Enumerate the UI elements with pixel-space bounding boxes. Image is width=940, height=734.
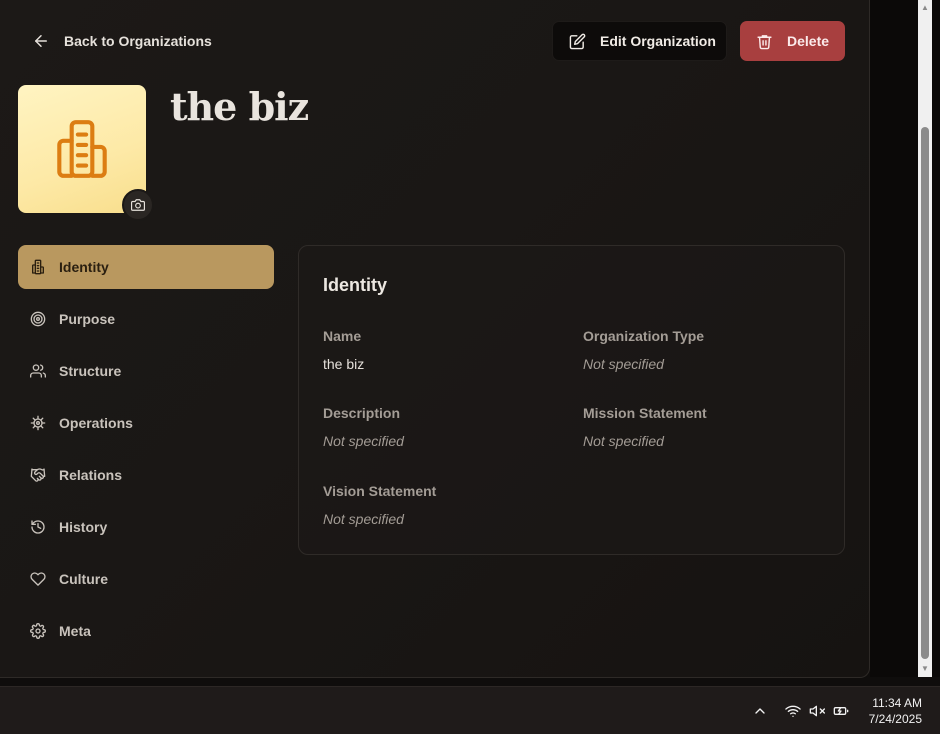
nav-label: Culture: [59, 571, 108, 587]
nav-item-structure[interactable]: Structure: [18, 349, 274, 393]
nav-label: Identity: [59, 259, 109, 275]
heart-icon: [30, 572, 46, 586]
field-label: Mission Statement: [583, 405, 707, 421]
nav-item-operations[interactable]: Operations: [18, 401, 274, 445]
trash-icon: [757, 34, 772, 49]
field-value: Not specified: [583, 356, 664, 372]
field-label: Vision Statement: [323, 483, 437, 499]
nav-item-identity[interactable]: Identity: [18, 245, 274, 289]
delete-button[interactable]: Delete: [740, 21, 845, 61]
nav-item-history[interactable]: History: [18, 505, 274, 549]
nav-label: Relations: [59, 467, 123, 483]
scroll-up-arrow[interactable]: ▲: [918, 2, 932, 14]
back-label: Back to Organizations: [64, 33, 212, 49]
organization-type-field: Organization Type Not specified: [583, 328, 823, 372]
field-value: the biz: [323, 356, 365, 372]
target-icon: [30, 311, 46, 327]
window-gap: [870, 0, 918, 677]
clock-time: 11:34 AM: [872, 696, 922, 710]
scroll-thumb[interactable]: [921, 127, 929, 659]
nav-item-culture[interactable]: Culture: [18, 557, 274, 601]
battery-charging-icon: [833, 706, 849, 715]
nav-label: Meta: [59, 623, 91, 639]
history-icon: [31, 520, 45, 534]
wifi-icon: [785, 705, 801, 717]
volume-muted-icon: [809, 705, 825, 716]
clock-date: 7/24/2025: [868, 712, 922, 726]
show-hidden-icons-button[interactable]: [752, 687, 768, 734]
identity-card: Identity Name the biz Organization Type …: [298, 245, 845, 555]
nav-label: Purpose: [59, 311, 116, 327]
card-title: Identity: [323, 275, 388, 295]
network-button[interactable]: [785, 687, 801, 734]
battery-button[interactable]: [833, 687, 849, 734]
edit-icon: [569, 33, 586, 49]
building-icon: [57, 120, 107, 178]
cog-icon: [30, 415, 46, 431]
field-value: Not specified: [323, 433, 404, 449]
gear-icon: [30, 623, 46, 639]
screen-edge: [932, 0, 940, 677]
arrow-left-icon: [35, 35, 47, 47]
nav-label: Structure: [59, 363, 122, 379]
name-field: Name the biz: [323, 328, 563, 372]
field-value: Not specified: [323, 511, 404, 527]
system-clock[interactable]: 11:34 AM 7/24/2025: [869, 695, 922, 727]
field-label: Organization Type: [583, 328, 705, 344]
change-logo-button[interactable]: [122, 189, 154, 221]
scroll-down-arrow[interactable]: ▼: [918, 663, 932, 675]
edit-label: Edit Organization: [600, 33, 716, 49]
volume-button[interactable]: [809, 687, 825, 734]
building-icon: [31, 259, 44, 275]
mission-statement-field: Mission Statement Not specified: [583, 405, 823, 449]
section-nav: Identity Purpose Structure Operations Re…: [18, 245, 274, 661]
vertical-scrollbar[interactable]: ▲ ▼: [918, 0, 932, 677]
camera-icon: [131, 199, 145, 211]
field-label: Description: [323, 405, 401, 421]
edit-organization-button[interactable]: Edit Organization: [552, 21, 727, 61]
nav-item-relations[interactable]: Relations: [18, 453, 274, 497]
delete-label: Delete: [787, 33, 830, 49]
field-value: Not specified: [583, 433, 664, 449]
handshake-icon: [30, 468, 46, 482]
users-icon: [30, 364, 46, 378]
organization-title: the biz: [170, 84, 309, 129]
field-label: Name: [323, 328, 362, 344]
nav-item-purpose[interactable]: Purpose: [18, 297, 274, 341]
description-field: Description Not specified: [323, 405, 563, 449]
vision-statement-field: Vision Statement Not specified: [323, 483, 563, 527]
nav-label: Operations: [59, 415, 133, 431]
nav-label: History: [59, 519, 108, 535]
taskbar: 11:34 AM 7/24/2025: [0, 686, 940, 734]
back-to-organizations-link[interactable]: Back to Organizations: [32, 28, 212, 54]
nav-item-meta[interactable]: Meta: [18, 609, 274, 653]
chevron-up-icon: [755, 707, 765, 714]
